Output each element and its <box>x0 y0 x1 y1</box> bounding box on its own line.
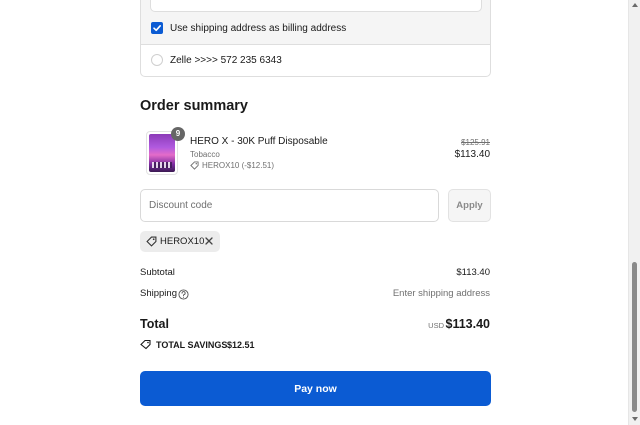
scroll-up-arrow-icon[interactable] <box>632 3 638 7</box>
subtotal-value: $113.40 <box>456 267 490 278</box>
product-discount-text: HEROX10 (-$12.51) <box>202 161 275 170</box>
original-price: $125.91 <box>461 138 490 147</box>
billing-address-section: Use shipping address as billing address <box>141 0 490 45</box>
billing-same-label[interactable]: Use shipping address as billing address <box>170 22 346 35</box>
applied-discount-code: HEROX10 <box>160 236 205 247</box>
product-discount: HEROX10 (-$12.51) <box>190 160 274 171</box>
tag-icon <box>190 161 199 170</box>
help-circle-icon[interactable] <box>178 289 189 300</box>
close-icon[interactable] <box>204 236 214 246</box>
total-savings-value: $12.51 <box>227 340 255 350</box>
zelle-radio[interactable] <box>151 54 163 66</box>
zelle-option-label[interactable]: Zelle >>>> 572 235 6343 <box>170 54 282 67</box>
payment-method-box: Use shipping address as billing address … <box>140 0 491 77</box>
item-price: $113.40 <box>454 149 490 160</box>
product-variant: Tobacco <box>190 150 220 159</box>
total-label: Total <box>140 317 169 331</box>
quantity-badge: 9 <box>171 127 185 141</box>
order-summary-title: Order summary <box>140 98 248 114</box>
billing-address-field[interactable] <box>150 0 482 12</box>
product-name: HERO X - 30K Puff Disposable <box>190 136 328 147</box>
page-scrollbar[interactable] <box>628 0 640 425</box>
billing-same-checkbox[interactable] <box>151 22 163 34</box>
total-value: $113.40 <box>445 317 491 331</box>
shipping-label: Shipping <box>140 288 177 299</box>
discount-code-input[interactable] <box>140 189 439 222</box>
total-currency: USD <box>428 321 444 330</box>
total-savings-label: TOTAL SAVINGS <box>156 340 228 350</box>
scroll-down-arrow-icon[interactable] <box>632 417 638 421</box>
pay-now-button[interactable]: Pay now <box>140 371 491 406</box>
subtotal-label: Subtotal <box>140 267 175 278</box>
scrollbar-thumb[interactable] <box>632 262 637 412</box>
tag-icon <box>146 236 157 247</box>
apply-discount-button[interactable]: Apply <box>448 189 491 222</box>
applied-discount-chip: HEROX10 <box>140 231 220 252</box>
tag-icon <box>140 339 151 350</box>
shipping-value: Enter shipping address <box>392 288 490 299</box>
checkmark-icon <box>153 25 161 32</box>
product-image <box>149 134 175 172</box>
